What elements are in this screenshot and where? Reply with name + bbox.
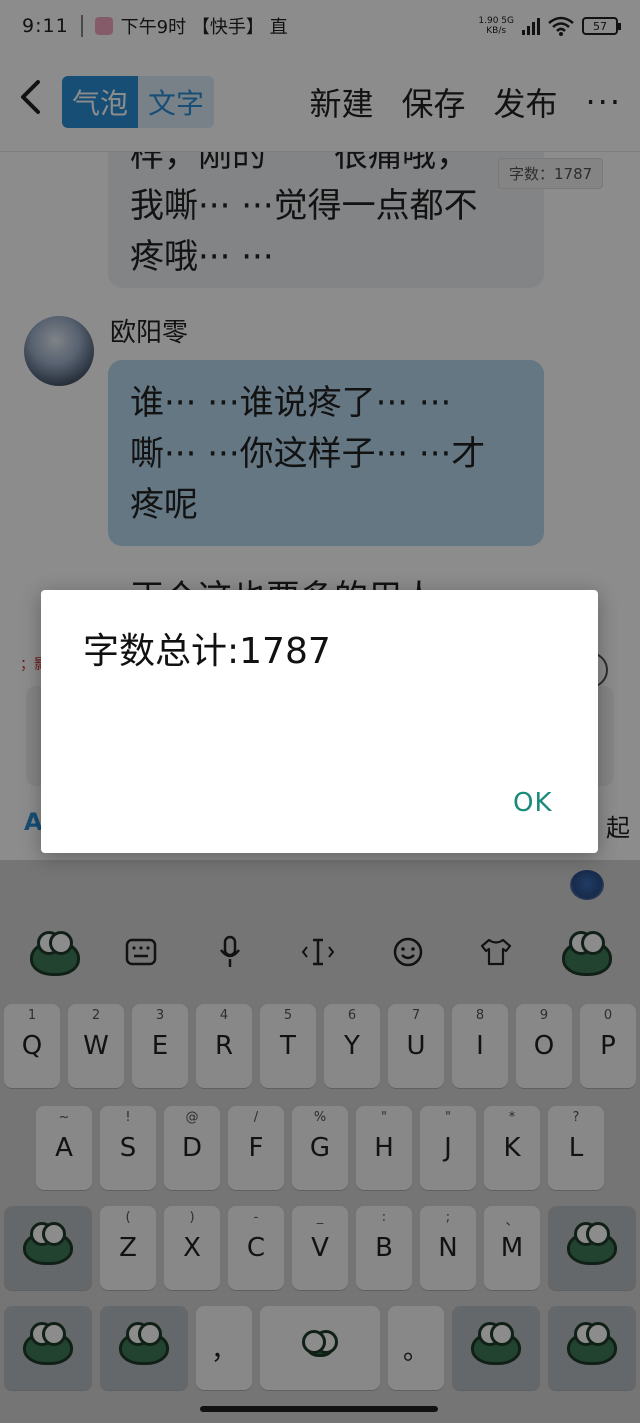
ok-button[interactable]: OK [513, 788, 553, 818]
word-count-dialog: 字数总计:1787 OK [41, 590, 598, 853]
dialog-message: 字数总计:1787 [83, 631, 331, 672]
